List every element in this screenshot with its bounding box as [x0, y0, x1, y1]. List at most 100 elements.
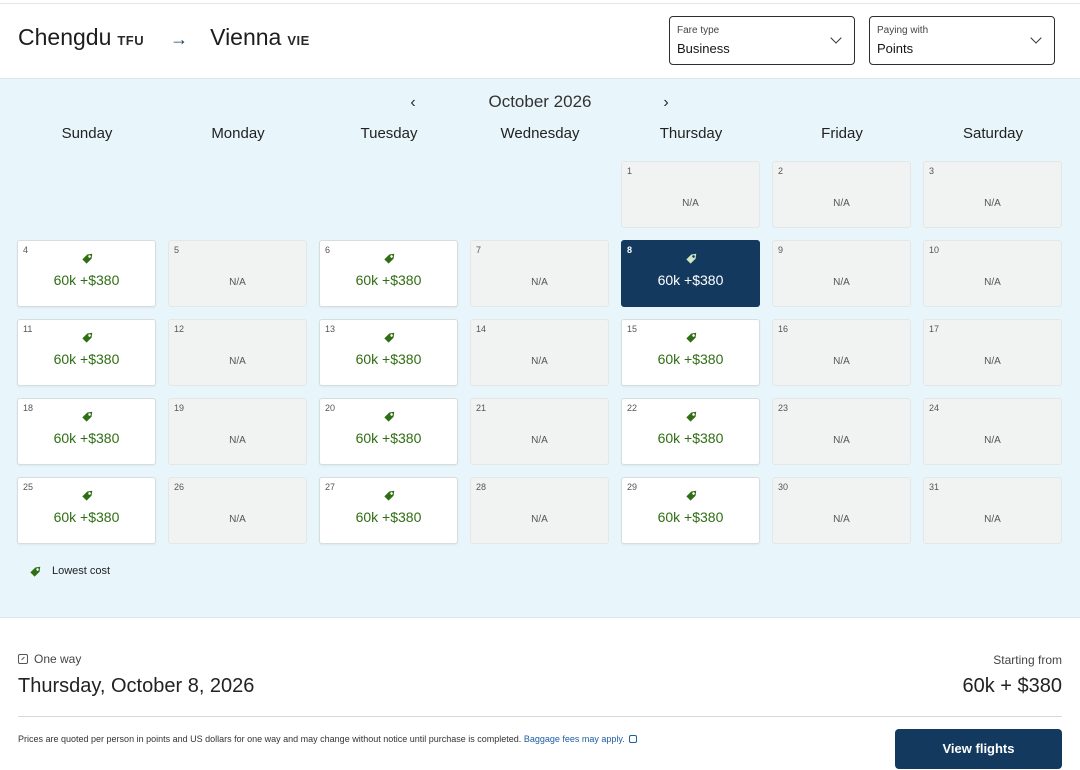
- starting-from-price: 60k + $380: [962, 675, 1062, 697]
- calendar-day-22[interactable]: 22 60k +$380: [621, 398, 760, 465]
- price-tag-icon: [686, 411, 697, 422]
- price-tag-icon: [82, 490, 93, 501]
- day-price: 60k +$380: [53, 272, 120, 288]
- not-available-label: N/A: [984, 435, 1001, 446]
- not-available-label: N/A: [229, 435, 246, 446]
- calendar-day-5: 5 N/A: [168, 240, 307, 307]
- calendar-day-1: 1 N/A: [621, 161, 760, 228]
- not-available-label: N/A: [833, 277, 850, 288]
- legend-label: Lowest cost: [52, 565, 111, 577]
- not-available-label: N/A: [229, 514, 246, 525]
- previous-month-button[interactable]: ‹: [403, 93, 423, 113]
- day-price: 60k +$380: [355, 351, 422, 367]
- starting-from-label: Starting from: [993, 653, 1062, 667]
- calendar-day-25[interactable]: 25 60k +$380: [17, 477, 156, 544]
- calendar-day-6[interactable]: 6 60k +$380: [319, 240, 458, 307]
- day-number: 2: [778, 166, 784, 176]
- calendar-day-27[interactable]: 27 60k +$380: [319, 477, 458, 544]
- price-tag-icon: [686, 332, 697, 343]
- not-available-label: N/A: [984, 277, 1001, 288]
- not-available-label: N/A: [682, 198, 699, 209]
- day-number: 17: [929, 324, 940, 334]
- weekday-monday: Monday: [211, 125, 265, 142]
- day-number: 31: [929, 482, 940, 492]
- day-number: 20: [325, 403, 336, 413]
- calendar-day-28: 28 N/A: [470, 477, 609, 544]
- disclaimer-text: Prices are quoted per person in points a…: [18, 734, 522, 744]
- day-number: 19: [174, 403, 185, 413]
- price-tag-icon: [30, 566, 41, 577]
- arrow-right-icon: →: [170, 29, 189, 49]
- calendar-day-26: 26 N/A: [168, 477, 307, 544]
- destination-city: Vienna: [210, 24, 282, 50]
- not-available-label: N/A: [984, 356, 1001, 367]
- day-number: 6: [325, 245, 331, 255]
- day-number: 30: [778, 482, 789, 492]
- calendar-day-13[interactable]: 13 60k +$380: [319, 319, 458, 386]
- calendar-day-18[interactable]: 18 60k +$380: [17, 398, 156, 465]
- day-number: 11: [23, 324, 33, 334]
- external-link-icon: [628, 735, 637, 743]
- price-disclaimer: Prices are quoted per person in points a…: [18, 734, 637, 744]
- day-price: 60k +$380: [657, 509, 724, 525]
- price-tag-icon: [686, 253, 697, 264]
- weekday-tuesday: Tuesday: [360, 125, 418, 142]
- calendar-day-8[interactable]: 8 60k +$380: [621, 240, 760, 307]
- trip-type: One way: [18, 652, 81, 666]
- calendar-day-31: 31 N/A: [923, 477, 1062, 544]
- not-available-label: N/A: [833, 435, 850, 446]
- price-tag-icon: [686, 490, 697, 501]
- day-price: 60k +$380: [53, 509, 120, 525]
- not-available-label: N/A: [229, 356, 246, 367]
- day-price: 60k +$380: [657, 272, 724, 288]
- destination-code: VIE: [287, 33, 310, 48]
- calendar-day-4[interactable]: 4 60k +$380: [17, 240, 156, 307]
- day-number: 23: [778, 403, 789, 413]
- next-month-button[interactable]: ›: [656, 93, 676, 113]
- day-number: 29: [627, 482, 638, 492]
- day-price: 60k +$380: [657, 351, 724, 367]
- calendar-day-20[interactable]: 20 60k +$380: [319, 398, 458, 465]
- fare-type-select[interactable]: Fare type Business: [669, 16, 855, 65]
- calendar-day-17: 17 N/A: [923, 319, 1062, 386]
- not-available-label: N/A: [833, 514, 850, 525]
- selected-date: Thursday, October 8, 2026: [18, 675, 255, 697]
- day-number: 9: [778, 245, 784, 255]
- month-navigation: ‹ October 2026 ›: [0, 91, 1080, 115]
- day-number: 8: [627, 245, 633, 255]
- day-price: 60k +$380: [657, 430, 724, 446]
- not-available-label: N/A: [531, 514, 548, 525]
- search-header: Chengdu TFU → Vienna VIE Fare type Busin…: [0, 4, 1080, 78]
- calendar-day-14: 14 N/A: [470, 319, 609, 386]
- not-available-label: N/A: [229, 277, 246, 288]
- calendar-day-29[interactable]: 29 60k +$380: [621, 477, 760, 544]
- day-number: 15: [627, 324, 638, 334]
- paying-with-select[interactable]: Paying with Points: [869, 16, 1055, 65]
- origin-code: TFU: [117, 33, 145, 48]
- calendar-day-15[interactable]: 15 60k +$380: [621, 319, 760, 386]
- price-tag-icon: [82, 411, 93, 422]
- weekday-wednesday: Wednesday: [500, 125, 580, 142]
- day-price: 60k +$380: [53, 430, 120, 446]
- day-number: 26: [174, 482, 185, 492]
- calendar-day-30: 30 N/A: [772, 477, 911, 544]
- weekday-saturday: Saturday: [962, 125, 1024, 142]
- view-flights-button[interactable]: View flights: [895, 729, 1062, 769]
- day-price: 60k +$380: [355, 509, 422, 525]
- price-tag-icon: [384, 332, 395, 343]
- day-number: 14: [476, 324, 487, 334]
- price-calendar: ‹ October 2026 › Sunday Monday Tuesday Wedn…: [0, 78, 1080, 618]
- not-available-label: N/A: [531, 277, 548, 288]
- weekday-friday: Friday: [821, 125, 863, 142]
- day-number: 1: [627, 166, 633, 176]
- calendar-day-10: 10 N/A: [923, 240, 1062, 307]
- route-summary: Chengdu TFU → Vienna VIE: [18, 24, 310, 51]
- calendar-day-11[interactable]: 11 60k +$380: [17, 319, 156, 386]
- paying-with-label: Paying with: [877, 25, 929, 36]
- day-number: 18: [23, 403, 34, 413]
- day-number: 24: [929, 403, 940, 413]
- baggage-fees-link[interactable]: Baggage fees may apply.: [524, 734, 625, 744]
- calendar-day-16: 16 N/A: [772, 319, 911, 386]
- day-price: 60k +$380: [355, 430, 422, 446]
- day-number: 3: [929, 166, 935, 176]
